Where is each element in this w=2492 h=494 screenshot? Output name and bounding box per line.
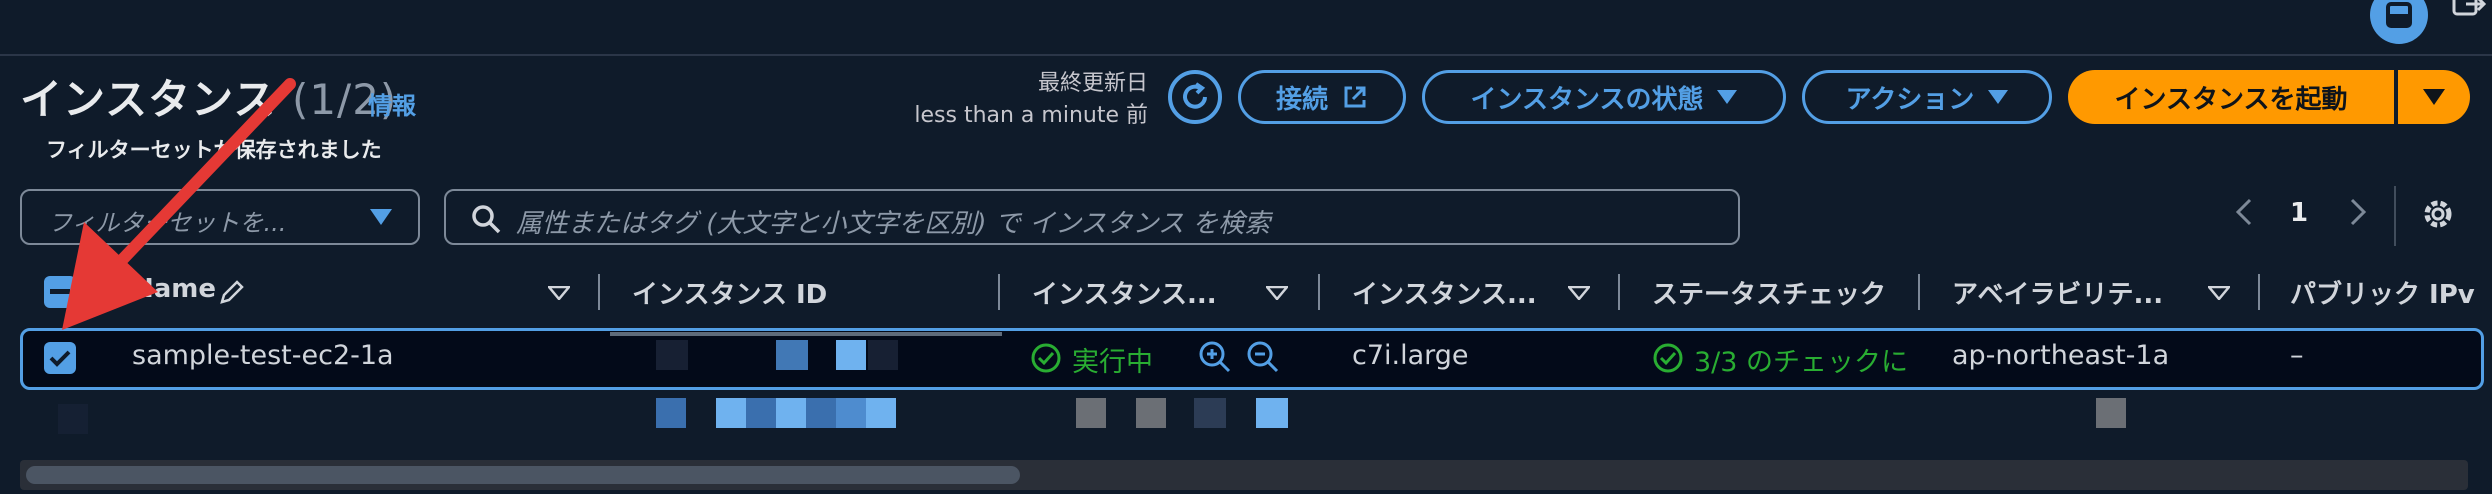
annotation-arrow-icon [62,78,296,330]
